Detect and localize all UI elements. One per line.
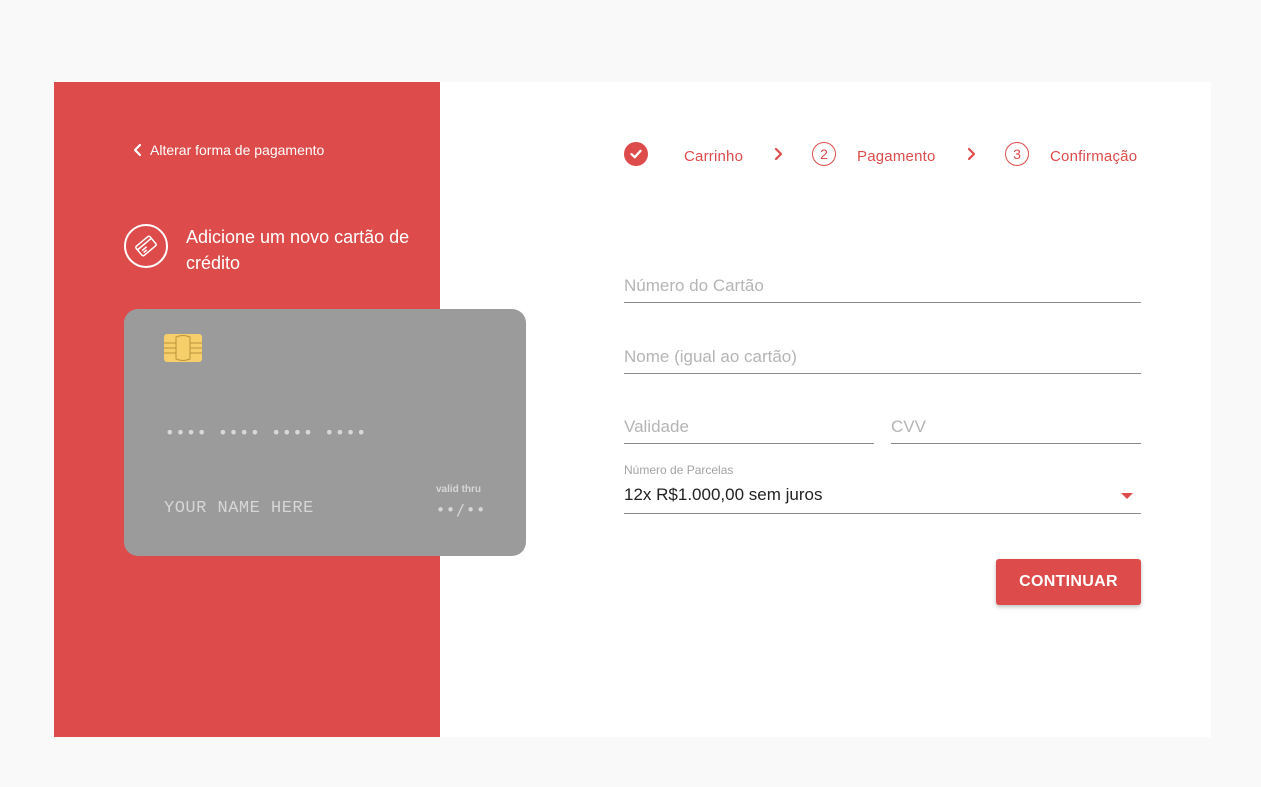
cardholder-name-input[interactable] xyxy=(624,343,1141,371)
installments-selected-value: 12x R$1.000,00 sem juros xyxy=(624,485,823,504)
installments-select[interactable]: 12x R$1.000,00 sem juros xyxy=(624,483,1141,514)
check-icon xyxy=(624,142,648,166)
card-name-preview: YOUR NAME HERE xyxy=(164,499,314,518)
cardholder-name-field xyxy=(624,343,1141,374)
step-carrinho-label: Carrinho xyxy=(684,148,744,165)
cvv-field xyxy=(891,413,1141,444)
chevron-right-icon xyxy=(967,147,976,161)
change-payment-method-link[interactable]: Alterar forma de pagamento xyxy=(131,142,324,158)
step-pagamento-label: Pagamento xyxy=(857,148,936,165)
card-preview: •••• •••• •••• •••• YOUR NAME HERE valid… xyxy=(124,309,526,556)
checkout-container: Alterar forma de pagamento Adicione um n… xyxy=(54,82,1211,737)
installments-label: Número de Parcelas xyxy=(624,463,734,477)
change-payment-method-label: Alterar forma de pagamento xyxy=(150,142,325,158)
chevron-right-icon xyxy=(774,147,783,161)
credit-card-icon xyxy=(124,224,168,268)
add-card-title: Adicione um novo cartão de crédito xyxy=(186,227,410,273)
card-number-field xyxy=(624,272,1141,303)
step-pagamento-number: 2 xyxy=(812,142,836,166)
add-card-heading: Adicione um novo cartão de crédito xyxy=(124,224,422,276)
validity-field xyxy=(624,413,874,444)
validity-input[interactable] xyxy=(624,413,874,441)
cvv-input[interactable] xyxy=(891,413,1141,441)
checkout-stepper: Carrinho 2 Pagamento 3 Confirmação xyxy=(624,142,1141,168)
step-confirmacao-number: 3 xyxy=(1005,142,1029,166)
chevron-left-icon xyxy=(133,143,142,157)
dropdown-arrow-icon xyxy=(1121,493,1133,499)
step-confirmacao-label: Confirmação xyxy=(1050,148,1138,165)
valid-thru-label: valid thru xyxy=(436,484,482,495)
card-number-preview: •••• •••• •••• •••• xyxy=(165,423,368,442)
card-chip-icon xyxy=(164,334,202,362)
valid-thru-preview: ••/•• xyxy=(436,501,487,519)
continue-button[interactable]: CONTINUAR xyxy=(996,559,1141,605)
card-number-input[interactable] xyxy=(624,272,1141,300)
